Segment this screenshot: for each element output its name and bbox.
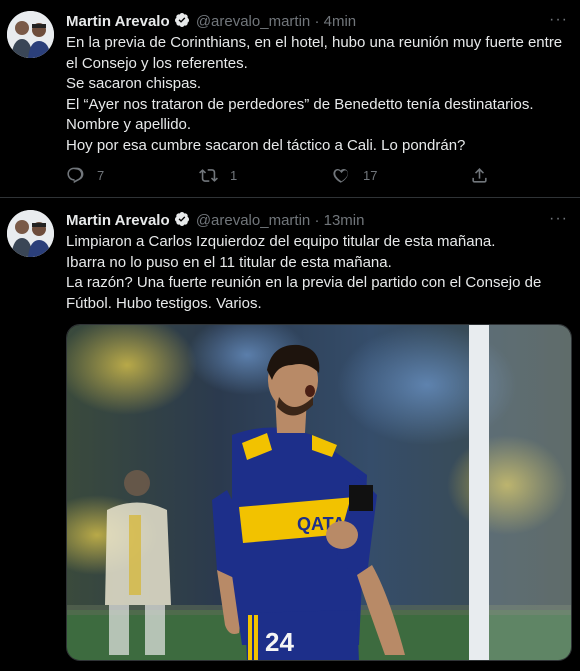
- tweet-header: Martin Arevalo @arevalo_martin · 4min ··…: [66, 10, 568, 32]
- author-name[interactable]: Martin Arevalo: [66, 13, 170, 30]
- like-icon: [333, 168, 348, 183]
- timestamp[interactable]: 4min: [324, 13, 357, 30]
- retweet-count: 1: [230, 167, 238, 183]
- avatar[interactable]: [7, 11, 54, 58]
- tweet-line: Se sacaron chispas.: [66, 75, 202, 92]
- timestamp[interactable]: 13min: [324, 212, 365, 229]
- verified-badge-icon: [174, 13, 189, 27]
- reply-button[interactable]: 7: [66, 164, 104, 186]
- tweet-line: Hoy por esa cumbre sacaron del táctico a…: [66, 136, 466, 154]
- tweet-line: el Consejo y los referentes.: [66, 54, 248, 72]
- tweet[interactable]: Martin Arevalo @arevalo_martin · 4min ··…: [0, 0, 580, 198]
- reply-count: 7: [97, 167, 105, 183]
- tweet-line: En la previa de Corinthians, en el hotel…: [66, 34, 563, 51]
- tweet-text: En la previa de Corinthians, en el hotel…: [66, 33, 568, 156]
- avatar[interactable]: [7, 210, 54, 257]
- author-name[interactable]: Martin Arevalo: [66, 212, 170, 229]
- author-handle[interactable]: @arevalo_martin: [196, 212, 310, 229]
- tweet-line: Ibarra no lo puso en el 11 titular de es…: [66, 253, 392, 271]
- separator-dot: ·: [314, 13, 320, 30]
- tweet-line: El “Ayer nos trataron de perdedores” de …: [66, 95, 534, 113]
- football-player-photo: QATAR 24: [67, 325, 571, 660]
- share-button[interactable]: [470, 164, 489, 186]
- like-button[interactable]: 17: [332, 164, 377, 186]
- share-icon: [472, 167, 487, 183]
- tweet-actions: 7 1 17: [66, 164, 496, 186]
- retweet-icon: [199, 168, 218, 182]
- author-handle[interactable]: @arevalo_martin: [196, 13, 310, 30]
- separator-dot: ·: [314, 212, 320, 229]
- more-icon[interactable]: ···: [549, 10, 568, 30]
- tweet-line: Limpiaron a Carlos Izquierdoz del equipo…: [66, 233, 496, 250]
- avatar-image: [7, 11, 54, 58]
- tweet-text: Limpiaron a Carlos Izquierdoz del equipo…: [66, 232, 568, 314]
- tweet[interactable]: Martin Arevalo @arevalo_martin · 13min ·…: [0, 199, 580, 671]
- retweet-button[interactable]: 1: [199, 164, 237, 186]
- tweet-line: La razón? Una fuerte reunión en la previ…: [66, 274, 542, 291]
- avatar-image: [7, 210, 54, 257]
- like-count: 17: [363, 167, 378, 183]
- more-icon[interactable]: ···: [549, 209, 568, 229]
- tweet-photo[interactable]: QATAR 24: [66, 324, 572, 661]
- tweet-header: Martin Arevalo @arevalo_martin · 13min ·…: [66, 209, 568, 231]
- reply-icon: [67, 167, 84, 183]
- verified-badge-icon: [174, 212, 189, 226]
- jersey-number: 24: [265, 627, 294, 657]
- tweet-line: Nombre y apellido.: [66, 116, 192, 133]
- tweet-line: Fútbol. Hubo testigos. Varios.: [66, 294, 262, 312]
